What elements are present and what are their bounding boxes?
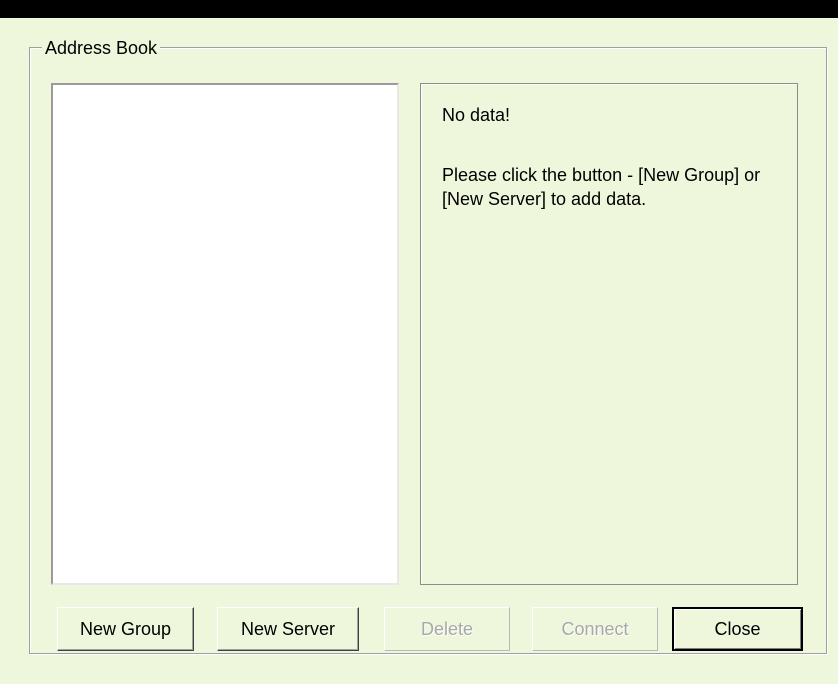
new-server-button[interactable]: New Server bbox=[217, 607, 359, 651]
delete-button[interactable]: Delete bbox=[384, 607, 510, 651]
no-data-message: No data! bbox=[442, 105, 511, 125]
instruction-message: Please click the button - [New Group] or… bbox=[442, 165, 761, 209]
group-title: Address Book bbox=[42, 37, 161, 59]
detail-panel: No data! Please click the button - [New … bbox=[420, 83, 798, 585]
new-group-button[interactable]: New Group bbox=[57, 607, 194, 651]
window-top-bar bbox=[0, 0, 838, 18]
address-tree-list[interactable] bbox=[51, 83, 399, 585]
connect-button[interactable]: Connect bbox=[532, 607, 658, 651]
close-button[interactable]: Close bbox=[672, 607, 803, 651]
